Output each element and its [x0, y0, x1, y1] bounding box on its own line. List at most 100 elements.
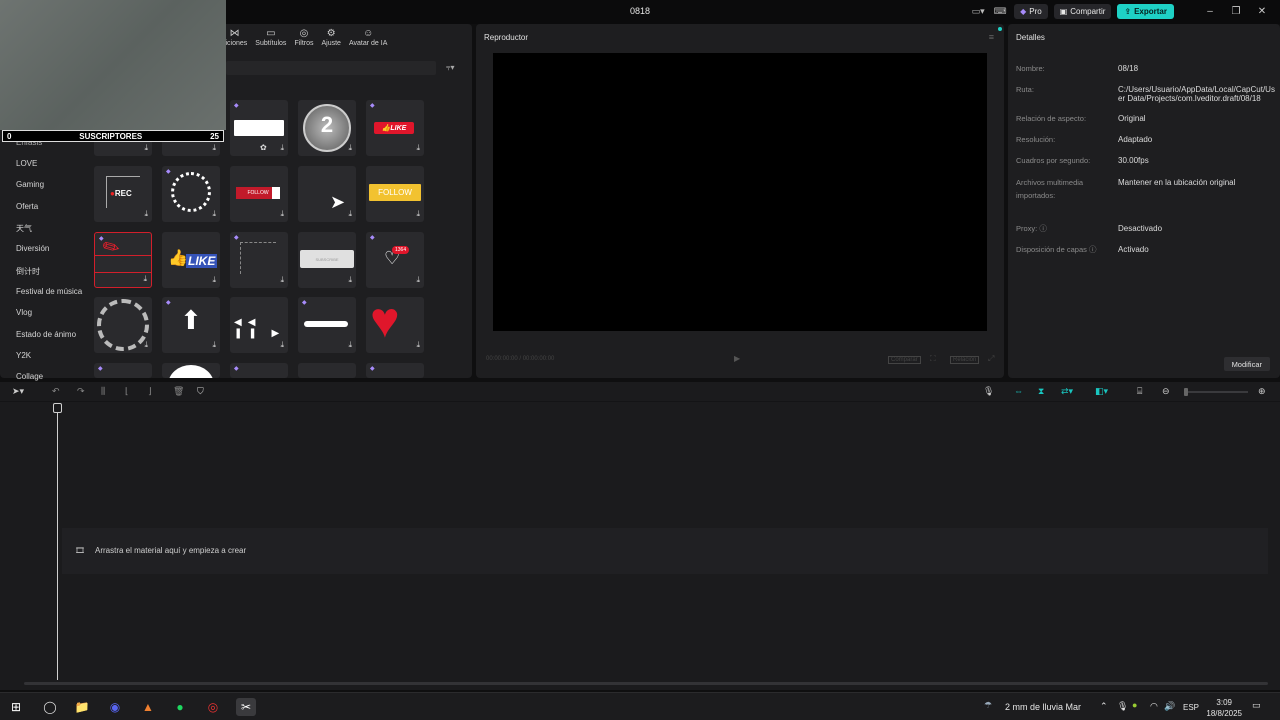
- download-icon[interactable]: ⤓: [348, 143, 352, 153]
- category-item[interactable]: Collage: [16, 372, 43, 381]
- preview-axis-icon[interactable]: ◧▾: [1095, 386, 1108, 397]
- download-icon[interactable]: ⤓: [144, 143, 148, 153]
- zoom-out-icon[interactable]: ⊖: [1162, 386, 1170, 397]
- sticker-tile[interactable]: ◆: [366, 363, 424, 378]
- keyboard-icon[interactable]: ⌨: [992, 5, 1008, 19]
- spotify-icon[interactable]: ●: [170, 698, 190, 716]
- category-item[interactable]: Y2K: [16, 351, 31, 360]
- ratio-button[interactable]: Relación: [950, 356, 980, 364]
- windows-start-icon[interactable]: ⊞: [6, 698, 26, 716]
- category-item[interactable]: 天气: [16, 223, 32, 234]
- modify-button[interactable]: Modificar: [1223, 357, 1270, 371]
- sticker-tile[interactable]: ●REC ⤓: [94, 166, 152, 222]
- sticker-tile[interactable]: FOLLOW ⤓: [230, 166, 288, 222]
- undo-icon[interactable]: ↶: [52, 386, 60, 397]
- sticker-tile[interactable]: ♥ ⤓: [366, 297, 424, 353]
- preview-screen[interactable]: [493, 53, 987, 331]
- sticker-tile[interactable]: [298, 363, 356, 378]
- discord-icon[interactable]: ◉: [105, 698, 125, 716]
- split-icon[interactable]: ⫼: [101, 386, 105, 397]
- tab-subtitles[interactable]: ▭ Subtítulos: [255, 28, 286, 47]
- language-indicator[interactable]: ESP: [1183, 703, 1199, 712]
- download-icon[interactable]: ⤓: [280, 340, 284, 350]
- download-icon[interactable]: ⤓: [212, 143, 216, 153]
- category-item[interactable]: Gaming: [16, 180, 44, 189]
- caption-icon[interactable]: ⌸: [1137, 386, 1142, 397]
- download-icon[interactable]: ⤓: [143, 274, 147, 284]
- capcut-icon[interactable]: ✂: [236, 698, 256, 716]
- download-icon[interactable]: ⤓: [416, 143, 420, 153]
- play-icon[interactable]: ▶: [734, 354, 740, 363]
- compare-button[interactable]: Comparar: [888, 356, 921, 364]
- sticker-tile[interactable]: ◆ ♡ 1364 ⤓: [366, 232, 424, 288]
- download-icon[interactable]: ⤓: [416, 275, 420, 285]
- select-tool-icon[interactable]: ➤▾: [12, 386, 24, 397]
- pro-button[interactable]: ◆ Pro: [1014, 4, 1048, 19]
- menu-icon[interactable]: ≡: [989, 32, 994, 42]
- screenshot-icon[interactable]: ⛶: [930, 354, 936, 364]
- tab-filters[interactable]: ◎ Filtros: [294, 28, 313, 47]
- notification-icon[interactable]: ▭: [1252, 700, 1261, 711]
- tray-overflow-icon[interactable]: ⌃: [1100, 701, 1108, 712]
- tab-ai-avatar[interactable]: ☺ Avatar de IA: [349, 28, 387, 47]
- zoom-slider[interactable]: [1186, 391, 1248, 393]
- minimize-button[interactable]: –: [1200, 6, 1220, 17]
- download-icon[interactable]: ⤓: [144, 209, 148, 219]
- tab-adjust[interactable]: ⚙ Ajuste: [322, 28, 341, 47]
- download-icon[interactable]: ⤓: [348, 209, 352, 219]
- download-icon[interactable]: ⤓: [144, 340, 148, 350]
- sticker-tile[interactable]: ◆ ⤓: [230, 232, 288, 288]
- sticker-tile[interactable]: ◆ ⤓: [298, 297, 356, 353]
- sticker-tile[interactable]: ◆ 👍 LIKE ⤓: [366, 100, 424, 156]
- sticker-tile[interactable]: SUBSCRIBE ⤓: [298, 232, 356, 288]
- sticker-tile[interactable]: 2 ⤓: [298, 100, 356, 156]
- download-icon[interactable]: ⤓: [212, 275, 216, 285]
- download-icon[interactable]: ⤓: [416, 209, 420, 219]
- playhead-handle[interactable]: [53, 403, 62, 413]
- category-item[interactable]: Diversión: [16, 244, 49, 253]
- sticker-tile[interactable]: ➤ ⤓: [298, 166, 356, 222]
- category-item[interactable]: Festival de música: [16, 287, 82, 296]
- chrome-icon[interactable]: ◎: [203, 698, 223, 716]
- shield-icon[interactable]: ⛉: [197, 386, 204, 397]
- redo-icon[interactable]: ↷: [77, 386, 85, 397]
- microphone-icon[interactable]: 🎙: [983, 386, 994, 397]
- download-icon[interactable]: ⤓: [212, 340, 216, 350]
- restore-button[interactable]: ❐: [1226, 6, 1246, 17]
- mic-tray-icon[interactable]: 🎙: [1117, 701, 1128, 712]
- trim-left-icon[interactable]: ⌊: [125, 386, 129, 397]
- download-icon[interactable]: ⤓: [280, 275, 284, 285]
- sticker-tile[interactable]: ◆ ✿ ⤓: [230, 100, 288, 156]
- auto-snap-icon[interactable]: ⧗: [1038, 386, 1044, 397]
- delete-icon[interactable]: 🗑: [173, 386, 184, 397]
- share-button[interactable]: ▣ Compartir: [1053, 4, 1112, 19]
- close-button[interactable]: ✕: [1252, 6, 1272, 17]
- category-item[interactable]: Estado de ánimo: [16, 330, 76, 339]
- fullscreen-icon[interactable]: ⤢: [988, 354, 994, 364]
- category-item[interactable]: Vlog: [16, 308, 32, 317]
- volume-icon[interactable]: 🔊: [1164, 701, 1175, 712]
- sticker-tile[interactable]: ◆ ⬆ ⤓: [162, 297, 220, 353]
- search-input[interactable]: [226, 61, 436, 75]
- system-clock[interactable]: 3:09 18/8/2025: [1206, 697, 1242, 719]
- download-icon[interactable]: ⤓: [212, 209, 216, 219]
- category-item[interactable]: 倒计时: [16, 266, 40, 277]
- export-button[interactable]: ⇪ Exportar: [1117, 4, 1174, 19]
- zoom-slider-knob[interactable]: [1184, 388, 1188, 396]
- filter-icon[interactable]: ⫧▾: [446, 63, 455, 73]
- sticker-tile[interactable]: ◆: [94, 363, 152, 378]
- download-icon[interactable]: ⤓: [416, 340, 420, 350]
- trim-right-icon[interactable]: ⌋: [148, 386, 152, 397]
- download-icon[interactable]: ⤓: [280, 209, 284, 219]
- sticker-tile[interactable]: ◆: [230, 363, 288, 378]
- download-icon[interactable]: ⤓: [280, 143, 284, 153]
- horizontal-scrollbar[interactable]: [24, 682, 1268, 685]
- sticker-tile[interactable]: [162, 363, 220, 378]
- zoom-in-icon[interactable]: ⊕: [1258, 386, 1266, 397]
- playhead[interactable]: [57, 404, 58, 680]
- main-track-magnet-icon[interactable]: ⇔: [1014, 386, 1023, 396]
- download-icon[interactable]: ⤓: [348, 340, 352, 350]
- link-icon[interactable]: ⇄▾: [1061, 386, 1073, 397]
- category-item[interactable]: Oferta: [16, 202, 38, 211]
- sticker-tile[interactable]: ◀◀ ❚❚ ▶ ⤓: [230, 297, 288, 353]
